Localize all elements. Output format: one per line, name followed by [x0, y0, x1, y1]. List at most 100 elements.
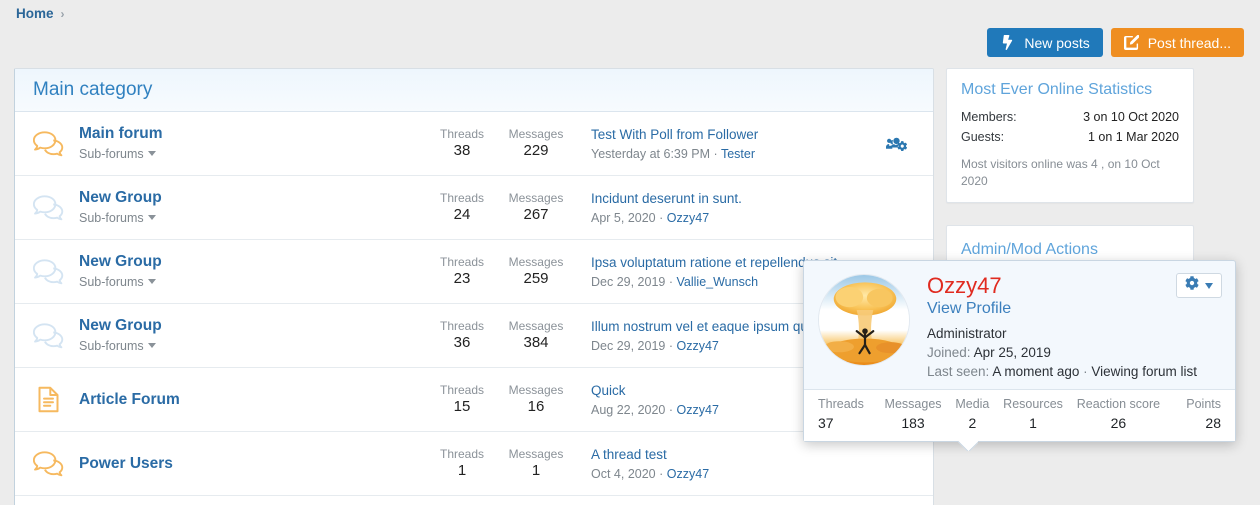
subforums-toggle[interactable]: Sub-forums [79, 147, 156, 161]
last-post-user-link[interactable]: Ozzy47 [677, 403, 719, 417]
messages-label: Messages [508, 254, 564, 269]
online-statistics-header: Most Ever Online Statistics [947, 69, 1193, 105]
messages-label: Messages [508, 126, 564, 141]
forum-last-post: Test With Poll from Follower Yesterday at… [573, 126, 873, 161]
forum-title-block: Main forum Sub-forums [79, 124, 425, 162]
subforums-toggle[interactable]: Sub-forums [79, 275, 156, 289]
forum-row[interactable]: Power Users Threads 1 Messages 1 A thread tes… [15, 432, 933, 496]
forum-title-link[interactable]: New Group [79, 188, 419, 207]
messages-value: 384 [523, 334, 549, 352]
last-post-separator: · [659, 467, 664, 482]
forum-row[interactable]: Main forum Sub-forums Threads 38 Messages 229… [15, 112, 933, 176]
last-post-user-link[interactable]: Ozzy47 [677, 339, 719, 353]
article-document-icon [38, 386, 59, 413]
member-stat: Media 2 [948, 397, 996, 432]
view-profile-link[interactable]: View Profile [927, 300, 1221, 318]
member-card-role: Administrator [927, 326, 1007, 342]
article-document-icon [33, 386, 79, 413]
last-post-title-link[interactable]: Test With Poll from Follower [591, 126, 873, 144]
threads-label: Threads [439, 446, 485, 461]
subforums-label: Sub-forums [79, 338, 144, 353]
last-post-user-link[interactable]: Tester [721, 147, 755, 161]
threads-label: Threads [439, 382, 485, 397]
members-value: 3 on 10 Oct 2020 [1083, 110, 1179, 125]
forum-messages-stat: Messages 16 [499, 383, 573, 416]
forum-messages-stat: Messages 229 [499, 127, 573, 160]
forum-threads-stat: Threads 36 [425, 319, 499, 352]
last-post-user-link[interactable]: Vallie_Wunsch [677, 275, 759, 289]
forum-messages-stat: Messages 384 [499, 319, 573, 352]
last-post-title-link[interactable]: Incidunt deserunt in sunt. [591, 190, 873, 208]
speech-bubbles-icon [33, 322, 79, 349]
threads-label: Threads [439, 126, 485, 141]
forum-title-link[interactable]: Main forum [79, 124, 419, 143]
last-post-separator: · [659, 211, 664, 226]
last-post-user-link[interactable]: Ozzy47 [667, 211, 709, 225]
users-cog-icon [885, 137, 907, 151]
forum-title-link[interactable]: New Group [79, 252, 419, 271]
member-stat-value: 37 [818, 414, 834, 431]
forum-row[interactable]: New Group Sub-forums Threads 36 Messages 384 I… [15, 304, 933, 368]
subforums-toggle[interactable]: Sub-forums [79, 211, 156, 225]
last-post-separator: · [668, 275, 674, 290]
forum-threads-stat: Threads 38 [425, 127, 499, 160]
forum-title-link[interactable]: Power Users [79, 454, 419, 473]
member-stat: Reaction score 26 [1070, 397, 1167, 432]
member-hover-card: Ozzy47 View Profile Administrator Joined… [803, 260, 1236, 443]
forum-row[interactable]: New Group Sub-forums Threads 23 Messages 259 I… [15, 240, 933, 304]
messages-value: 16 [527, 398, 545, 416]
threads-label: Threads [439, 190, 485, 205]
forum-messages-stat: Messages 259 [499, 255, 573, 288]
forum-extra-icon-slot[interactable] [873, 135, 919, 153]
mushroom-cloud-avatar[interactable] [818, 274, 910, 366]
forum-row[interactable]: New Group Sub-forums Threads 24 Messages 267 I… [15, 176, 933, 240]
forum-row[interactable]: quia omnis nequeThreadsMessages [15, 496, 933, 505]
member-stat-label: Media [955, 397, 990, 412]
forum-title-link[interactable]: New Group [79, 316, 419, 335]
post-thread-button[interactable]: Post thread... [1110, 28, 1244, 57]
member-stat-value: 183 [901, 414, 925, 431]
forum-threads-stat: Threads 1 [425, 447, 499, 480]
member-stat: Messages 183 [878, 397, 949, 432]
last-post-meta: Oct 4, 2020 · Ozzy47 [591, 467, 873, 481]
last-post-date: Yesterday at 6:39 PM [591, 147, 711, 162]
speech-bubbles-icon [33, 131, 64, 157]
threads-value: 15 [453, 398, 471, 416]
speech-bubbles-icon [33, 195, 64, 221]
last-post-date: Apr 5, 2020 [591, 211, 656, 226]
forum-messages-stat: Messages 1 [499, 447, 573, 480]
member-stat: Points 28 [1167, 397, 1221, 432]
guests-label: Guests: [961, 130, 1005, 145]
category-title-link[interactable]: Main category [33, 79, 152, 101]
last-post-title-link[interactable]: A thread test [591, 446, 873, 464]
last-seen-separator: · [1083, 364, 1088, 380]
post-thread-label: Post thread... [1147, 34, 1231, 51]
breadcrumb-home-link[interactable]: Home [16, 6, 54, 21]
member-card-actions-button[interactable] [1176, 273, 1222, 298]
forum-row[interactable]: Article Forum Threads 15 Messages 16 Quick Aug… [15, 368, 933, 432]
guests-value: 1 on 1 Mar 2020 [1087, 130, 1179, 145]
new-posts-button[interactable]: New posts [987, 28, 1103, 57]
forum-title-block: Power Users [79, 454, 425, 473]
member-stat-label: Messages [884, 397, 942, 412]
messages-value: 229 [523, 142, 549, 160]
speech-bubbles-icon [33, 323, 64, 349]
forum-last-post: A thread test Oct 4, 2020 · Ozzy47 [573, 446, 873, 481]
online-statistics-title: Most Ever Online Statistics [961, 81, 1153, 98]
last-post-user-link[interactable]: Ozzy47 [667, 467, 709, 481]
last-post-separator: · [668, 403, 674, 418]
online-statistics-body: Members: 3 on 10 Oct 2020 Guests: 1 on 1… [947, 105, 1193, 202]
forum-title-link[interactable]: Article Forum [79, 390, 419, 409]
online-statistics-block: Most Ever Online Statistics Members: 3 o… [946, 68, 1194, 203]
forum-title-block: New Group Sub-forums [79, 188, 425, 226]
forum-title-block: New Group Sub-forums [79, 316, 425, 354]
messages-label: Messages [508, 382, 564, 397]
forum-page: Home › New posts Post thread... Main cat… [0, 0, 1260, 505]
stat-row-members: Members: 3 on 10 Oct 2020 [961, 107, 1179, 127]
forum-threads-stat: Threads 24 [425, 191, 499, 224]
last-post-separator: · [713, 147, 718, 162]
subforums-label: Sub-forums [79, 146, 144, 161]
subforums-toggle[interactable]: Sub-forums [79, 339, 156, 353]
member-stat-label: Reaction score [1076, 397, 1161, 412]
last-seen-value: A moment ago [992, 364, 1080, 380]
